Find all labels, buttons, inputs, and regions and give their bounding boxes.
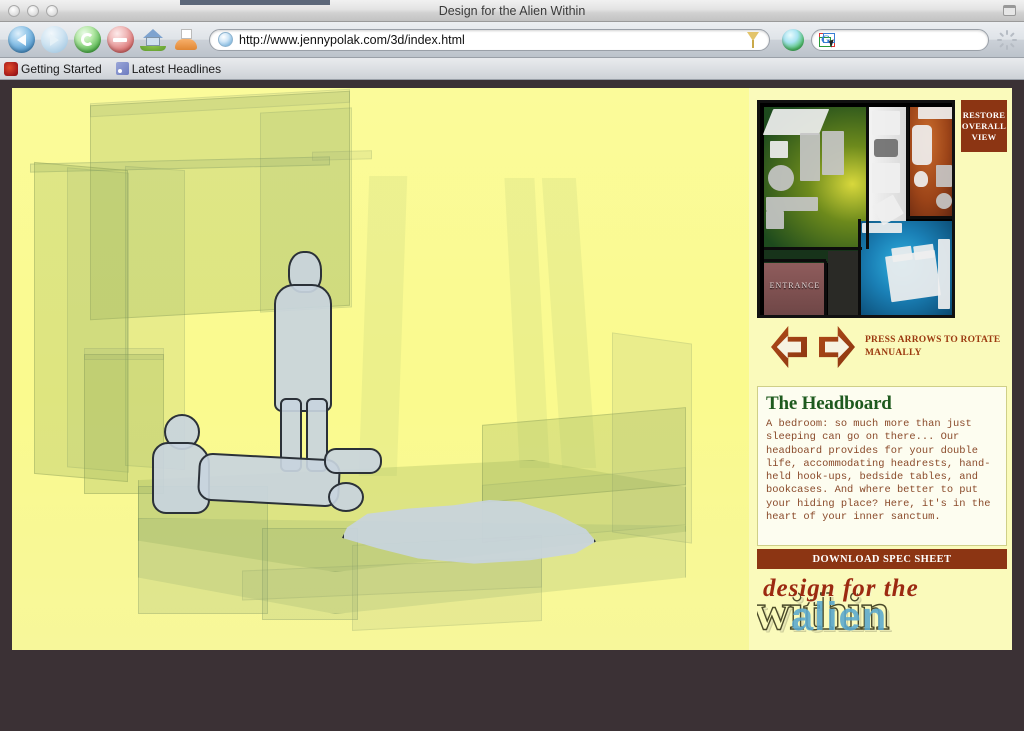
figure-seated-feet	[324, 448, 382, 474]
info-panel: The Headboard A bedroom: so much more th…	[757, 386, 1007, 546]
floorplan-headboard	[938, 239, 950, 309]
floorplan-row: ENTRANCE RESTORE OVERALL VIEW	[757, 100, 1007, 318]
rotate-controls: PRESS ARROWS TO ROTATE MANUALLY	[757, 326, 1007, 374]
toolbar-toggle-button[interactable]	[1003, 5, 1016, 16]
logo-alien-text: alien	[791, 597, 1007, 637]
floorplan-counter-living	[766, 197, 818, 211]
figure-standing-torso	[274, 284, 332, 412]
reload-button[interactable]	[72, 25, 102, 55]
window-titlebar: Design for the Alien Within	[0, 0, 1024, 22]
floorplan-bath-window	[918, 107, 954, 119]
rss-icon	[116, 62, 129, 75]
floorplan-wall-h3	[764, 259, 826, 262]
rotate-left-button[interactable]	[771, 326, 807, 368]
floorplan-sofa-a	[800, 133, 820, 181]
floorplan-bath-cabinet	[936, 165, 952, 187]
floorplan-round-table	[768, 165, 794, 191]
site-globe-icon	[218, 32, 233, 47]
download-spec-sheet-button[interactable]: DOWNLOAD SPEC SHEET	[757, 549, 1007, 569]
reload-icon	[74, 26, 101, 53]
window-title: Design for the Alien Within	[0, 4, 1024, 18]
bookmark-latest-headlines[interactable]: Latest Headlines	[116, 62, 221, 76]
floorplan-entrance-label: ENTRANCE	[764, 281, 826, 290]
home-button[interactable]	[138, 25, 168, 55]
floorplan-wall-v1	[866, 107, 869, 249]
floorplan-bed-pillow-b	[913, 244, 935, 261]
forward-arrow-icon	[41, 26, 68, 53]
back-arrow-icon	[8, 26, 35, 53]
printer-icon	[173, 29, 199, 51]
home-icon	[140, 29, 166, 51]
google-icon: G	[819, 33, 835, 47]
floorplan-bath-round	[936, 193, 952, 209]
floorplan-room-entrance[interactable]	[764, 263, 826, 317]
rotate-hint-text: PRESS ARROWS TO ROTATE MANUALLY	[865, 334, 1005, 360]
bookmark-getting-started[interactable]: Getting Started	[4, 62, 102, 76]
logo-design-text: design for the	[763, 575, 1007, 602]
stop-icon	[107, 26, 134, 53]
floorplan-sink	[872, 163, 900, 193]
floorplan-bed-pillow-a	[891, 246, 913, 263]
info-panel-body: A bedroom: so much more than just sleepi…	[766, 418, 998, 524]
stop-button[interactable]	[105, 25, 135, 55]
figure-reclining-head	[328, 482, 364, 512]
glass-column-a	[359, 176, 407, 476]
go-button[interactable]	[778, 25, 808, 55]
bookcase-top	[84, 348, 164, 360]
bookmark-label: Latest Headlines	[132, 62, 221, 76]
apartment-floorplan[interactable]: ENTRANCE	[757, 100, 955, 318]
navigation-toolbar: http://www.jennypolak.com/3d/index.html …	[0, 22, 1024, 58]
page-background: ENTRANCE RESTORE OVERALL VIEW	[0, 80, 1024, 731]
bookmark-label: Getting Started	[21, 62, 102, 76]
bookmarks-toolbar: Getting Started Latest Headlines	[0, 58, 1024, 80]
back-button[interactable]	[6, 25, 36, 55]
3d-model-viewport[interactable]	[12, 88, 749, 650]
address-bar-text[interactable]: http://www.jennypolak.com/3d/index.html	[239, 33, 739, 47]
print-button[interactable]	[171, 25, 201, 55]
arrow-left-icon	[771, 326, 807, 368]
shelf-band-right	[312, 150, 372, 160]
page-content: ENTRANCE RESTORE OVERALL VIEW	[12, 88, 1012, 650]
restore-overall-view-button[interactable]: RESTORE OVERALL VIEW	[961, 100, 1007, 152]
floorplan-wall-h2	[764, 247, 862, 250]
floorplan-art-living	[770, 141, 788, 158]
address-bar[interactable]: http://www.jennypolak.com/3d/index.html	[209, 29, 770, 51]
floorplan-toilet	[914, 171, 928, 187]
site-logo[interactable]: within alien design for the	[757, 573, 1007, 639]
floorplan-window-living	[763, 109, 830, 135]
floorplan-stove	[874, 139, 898, 157]
floorplan-kitchen-counter	[872, 111, 900, 135]
browser-window: Design for the Alien Within http	[0, 0, 1024, 731]
info-sidebar: ENTRANCE RESTORE OVERALL VIEW	[749, 88, 1012, 650]
throbber-icon	[996, 29, 1018, 51]
floorplan-wall-v2	[906, 107, 909, 219]
bookmark-feather-icon[interactable]	[745, 31, 761, 49]
info-panel-title: The Headboard	[766, 393, 998, 415]
forward-button[interactable]	[39, 25, 69, 55]
floorplan-wall-h1	[906, 216, 954, 219]
floorplan-counter-living-2	[766, 211, 784, 229]
floorplan-wall-v3	[858, 219, 861, 317]
search-input[interactable]: G	[811, 29, 989, 51]
arrow-right-icon	[819, 326, 855, 368]
firefox-icon	[4, 62, 18, 76]
figure-seated-legs	[197, 452, 341, 507]
right-wall-slab	[612, 332, 692, 543]
floorplan-bathtub	[912, 125, 932, 165]
rotate-right-button[interactable]	[819, 326, 855, 368]
floorplan-sofa-b	[822, 131, 844, 175]
go-icon	[782, 29, 804, 51]
floorplan-room-hall	[828, 251, 858, 317]
